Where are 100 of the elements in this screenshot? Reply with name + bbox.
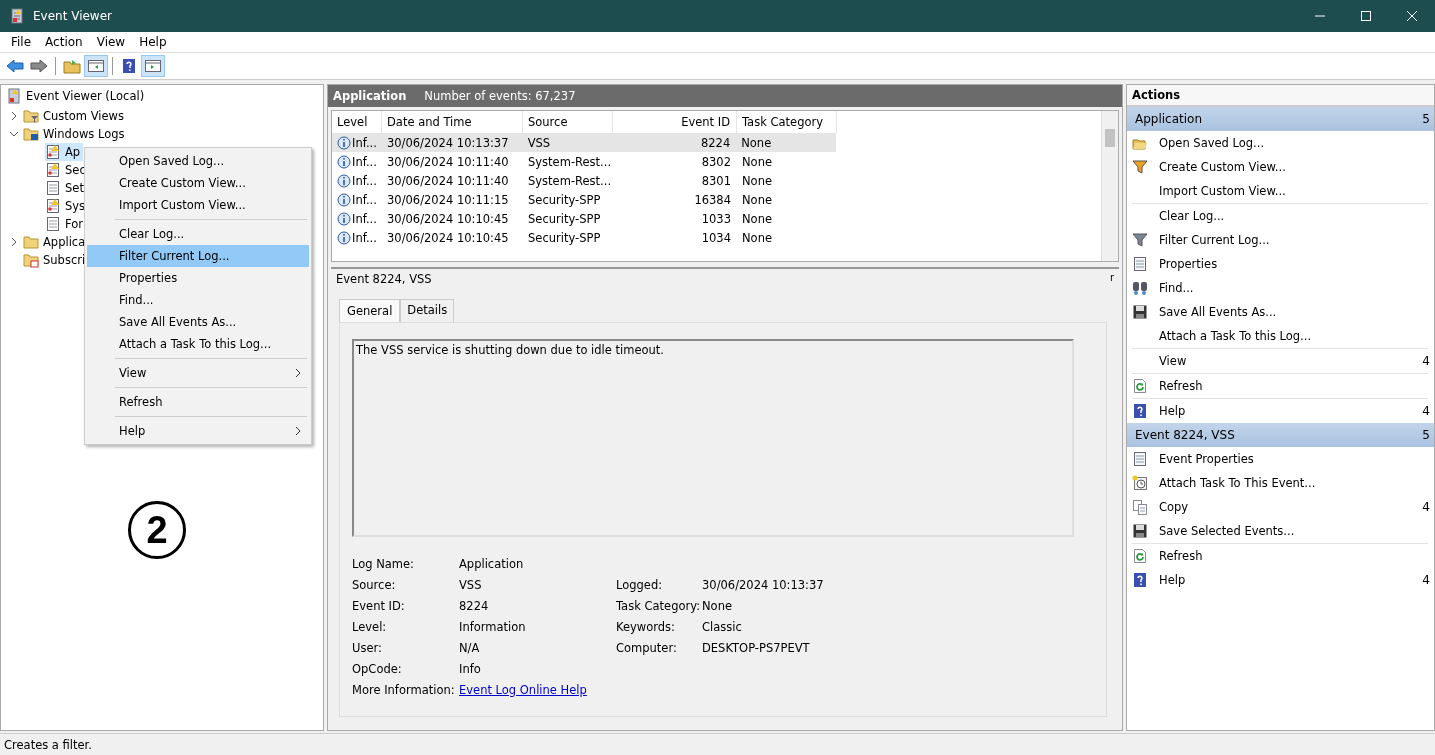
command-link[interactable]: Clear Log... (1127, 204, 1434, 228)
collapse-chevron-icon[interactable] (9, 129, 19, 139)
tree-item[interactable]: Event Viewer (Local) (6, 87, 148, 105)
panel-toggle-icon[interactable] (85, 56, 107, 76)
back-arrow-icon[interactable] (4, 56, 26, 76)
table-cell: Inf... (352, 192, 377, 207)
table-cell-text: Security-SPP (527, 230, 602, 245)
field-label: Event ID: (352, 598, 406, 613)
tree-item[interactable]: Ap (45, 143, 84, 161)
tree-item[interactable]: Custom Views (23, 107, 127, 125)
field-value: Classic (702, 619, 742, 634)
command-link[interactable]: Help 4 (1127, 399, 1434, 423)
menu-item[interactable]: Help (132, 35, 174, 49)
table-row[interactable]: Inf... 30/06/2024 10:11:40 System-Rest... 8302 None (332, 152, 1101, 171)
submenu-arrow: 4 (1422, 404, 1431, 418)
field-label: Logged: (616, 577, 664, 592)
table-cell-text: None (741, 211, 773, 226)
field-label: User: (352, 640, 383, 655)
funnel-icon (1132, 232, 1148, 248)
expand-chevron-icon[interactable] (9, 237, 19, 247)
table-cell-text: None (741, 230, 773, 245)
tree-item[interactable]: Applica (23, 233, 89, 251)
funnel-icon (1132, 159, 1148, 175)
close-glyph[interactable]: r (1109, 272, 1114, 286)
table-row[interactable]: Inf... 30/06/2024 10:10:45 Security-SPP 1034 None (332, 228, 1101, 247)
step-number: 2 (128, 501, 186, 559)
table-cell-text: 8301 (700, 173, 732, 188)
tab[interactable]: General (339, 299, 401, 322)
section-header[interactable]: Event 8224, VSS 5 (1127, 423, 1434, 447)
table-row[interactable]: Inf... 30/06/2024 10:11:40 System-Rest... 8301 None (332, 171, 1101, 190)
context-menu-item[interactable]: Find... (87, 289, 309, 311)
command-link[interactable]: Save All Events As... (1127, 300, 1434, 324)
table-row[interactable]: Inf... 30/06/2024 10:10:45 Security-SPP 1033 None (332, 209, 1101, 228)
context-menu-item[interactable]: Properties (87, 267, 309, 289)
table-cell-text: 8224 (699, 135, 732, 150)
document-icon (1132, 256, 1148, 272)
help-link[interactable]: Event Log Online Help (459, 682, 587, 697)
table-cell-text: VSS (526, 135, 552, 150)
table-cell-text: Security-SPP (527, 211, 602, 226)
tree-item[interactable]: Sys (45, 197, 89, 215)
field-value: Info (459, 661, 481, 676)
context-menu-item[interactable]: Open Saved Log... (87, 150, 309, 172)
command-link[interactable]: Open Saved Log... (1127, 131, 1434, 155)
context-menu-item[interactable]: Save All Events As... (87, 311, 309, 333)
info-icon (337, 192, 351, 207)
tab[interactable]: Details (400, 299, 455, 322)
document-icon (1132, 451, 1148, 467)
folder-icon (23, 108, 39, 124)
event-count: Number of events: 67,237 (424, 89, 576, 103)
field-label: Computer: (616, 640, 678, 655)
info-icon (337, 173, 351, 188)
tree-item[interactable]: Set (45, 179, 87, 197)
command-link[interactable]: Help 4 (1127, 568, 1434, 592)
log-title: Application (333, 89, 407, 103)
event-title: Event 8224, VSS (336, 272, 432, 286)
command-link[interactable]: Copy 4 (1127, 495, 1434, 519)
command-link[interactable]: Filter Current Log... (1127, 228, 1434, 252)
panel-toggle-icon[interactable] (142, 56, 164, 76)
field-value: Application (459, 556, 524, 571)
command-link[interactable]: Create Custom View... (1127, 155, 1434, 179)
scrollbar[interactable] (1101, 111, 1118, 261)
tree-item[interactable]: Subscri (23, 251, 89, 269)
tree-item[interactable]: Sec (45, 161, 89, 179)
menu-item[interactable]: File (4, 35, 39, 49)
actions-title: Actions (1127, 85, 1434, 107)
info-icon (337, 135, 351, 150)
info-icon (337, 230, 351, 245)
menu-item[interactable]: Action (38, 35, 90, 49)
field-label: Task Category: (616, 598, 702, 613)
context-menu-item[interactable]: Clear Log... (87, 223, 309, 245)
table-row[interactable]: Inf... 30/06/2024 10:11:15 Security-SPP 16384 None (332, 190, 1101, 209)
table-row[interactable]: Inf... 30/06/2024 10:13:37 VSS 8224 None (332, 133, 836, 152)
table-cell-text: 1033 (700, 211, 732, 226)
table-cell-text: 8302 (700, 154, 732, 169)
table-cell: Inf... (352, 211, 377, 226)
table-cell: Inf... (352, 154, 377, 169)
clock-icon (1132, 475, 1148, 491)
tree-item[interactable]: Windows Logs (23, 125, 128, 143)
status-text: Creates a filter. (4, 737, 92, 752)
folder-icon (23, 252, 39, 268)
context-menu-item[interactable]: Help (87, 420, 309, 442)
context-menu-item[interactable]: Create Custom View... (87, 172, 309, 194)
field-value: VSS (459, 577, 482, 592)
section-header[interactable]: Application 5 (1127, 107, 1434, 131)
command-link[interactable]: Find... (1127, 276, 1434, 300)
menu-item[interactable]: View (89, 35, 133, 49)
log-icon (45, 162, 61, 178)
context-menu-item[interactable]: Filter Current Log... (87, 245, 309, 267)
table-cell-text: 16384 (693, 192, 732, 207)
command-link[interactable]: Refresh (1127, 544, 1434, 568)
table-cell-text: System-Rest... (527, 173, 613, 188)
forward-arrow-icon[interactable] (28, 56, 50, 76)
help-icon (1132, 403, 1148, 419)
expand-chevron-icon[interactable] (9, 111, 19, 121)
tree-item[interactable]: For (45, 215, 86, 233)
command-link[interactable]: Event Properties (1127, 447, 1434, 471)
table-cell: Inf... (352, 135, 377, 150)
command-link[interactable]: Attach Task To This Event... (1127, 471, 1434, 495)
submenu-arrow: 4 (1422, 354, 1431, 368)
command-link[interactable]: Properties (1127, 252, 1434, 276)
